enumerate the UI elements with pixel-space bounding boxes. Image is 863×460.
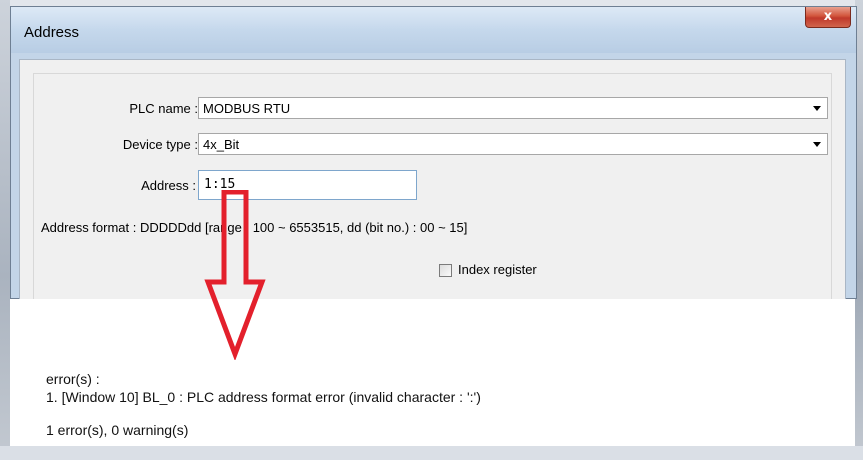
close-icon: x	[823, 9, 833, 24]
chevron-down-icon	[813, 142, 821, 147]
address-dialog: Address x PLC name : MODBUS RTU Device t…	[10, 6, 857, 303]
index-register-label: Index register	[458, 262, 537, 277]
error-header: error(s) :	[46, 371, 100, 387]
address-label: Address :	[141, 178, 196, 193]
error-message[interactable]: 1. [Window 10] BL_0 : PLC address format…	[46, 389, 481, 405]
background-left-edge	[0, 0, 10, 460]
index-register-checkbox[interactable]	[439, 264, 452, 277]
device-type-dropdown[interactable]: 4x_Bit	[198, 133, 828, 155]
device-type-label: Device type :	[122, 137, 198, 152]
build-summary: 1 error(s), 0 warning(s)	[46, 422, 189, 438]
close-button[interactable]: x	[805, 7, 851, 28]
plc-name-value: MODBUS RTU	[203, 101, 291, 116]
chevron-down-icon	[813, 106, 821, 111]
device-type-value: 4x_Bit	[203, 137, 240, 152]
dialog-title: Address	[24, 24, 80, 41]
address-panel: PLC name : MODBUS RTU Device type : 4x_B…	[19, 59, 846, 303]
plc-name-label: PLC name :	[129, 101, 198, 116]
down-arrow-icon	[204, 190, 266, 360]
plc-name-dropdown[interactable]: MODBUS RTU	[198, 97, 828, 119]
build-output-panel: error(s) : 1. [Window 10] BL_0 : PLC add…	[10, 299, 855, 446]
title-bar[interactable]: Address x	[11, 7, 856, 53]
background-bottom-edge	[0, 446, 863, 460]
